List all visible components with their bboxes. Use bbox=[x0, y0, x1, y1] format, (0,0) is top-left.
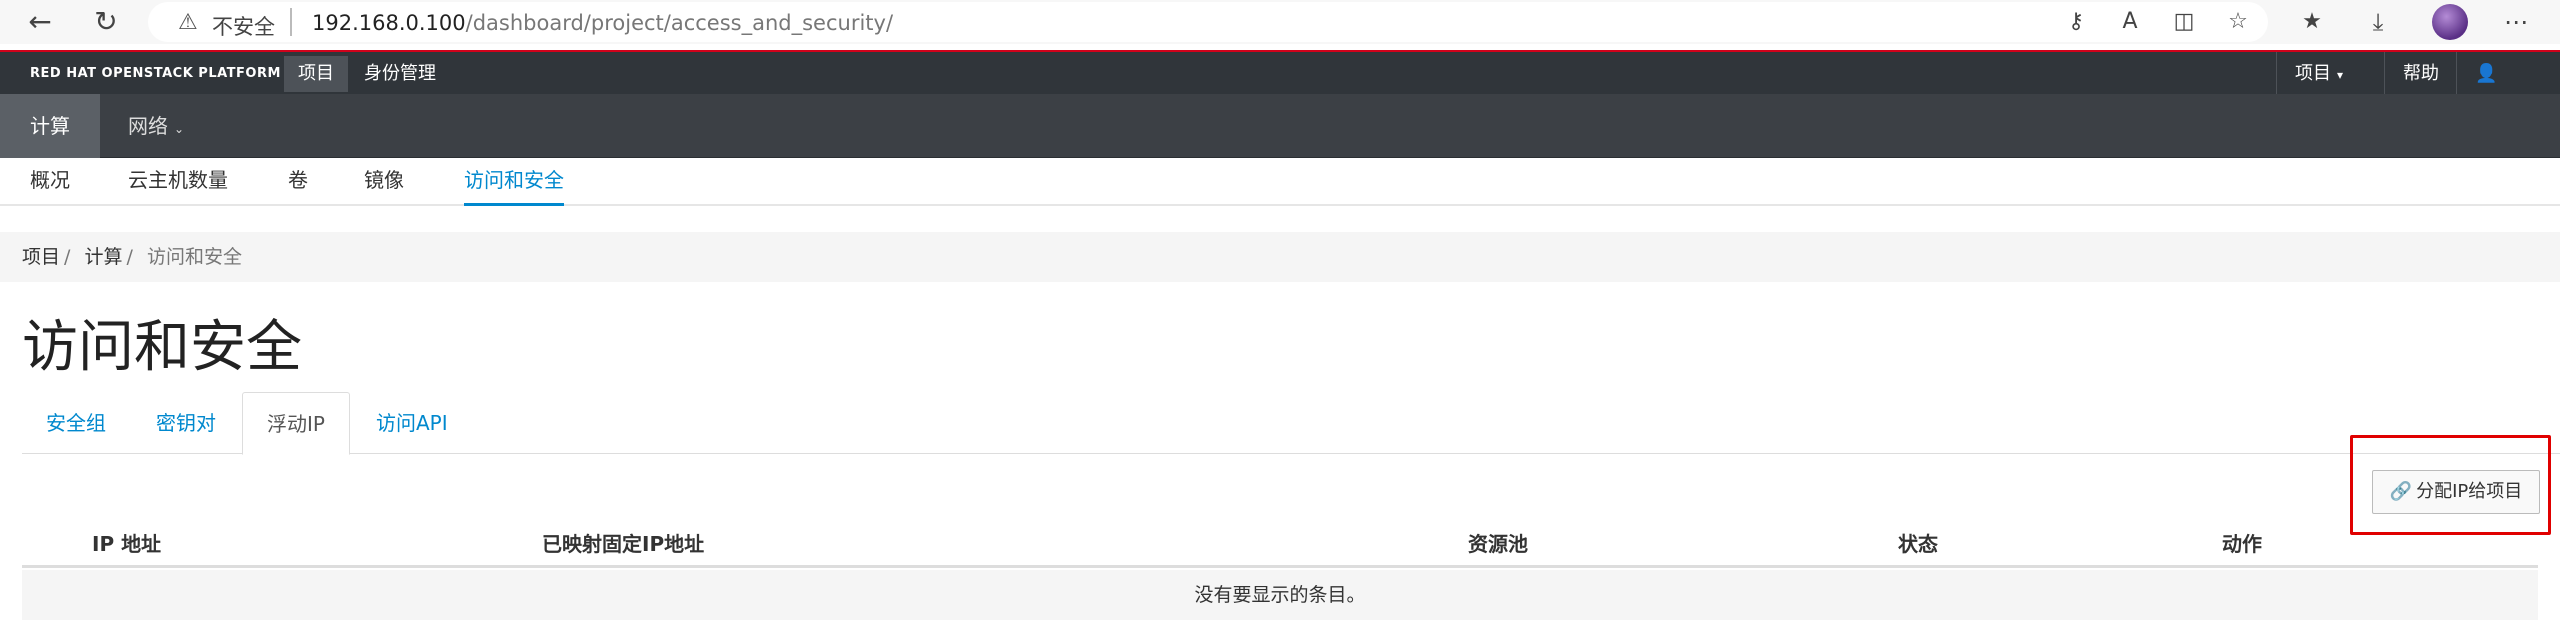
allocate-ip-button[interactable]: 🔗 分配IP给项目 bbox=[2372, 470, 2540, 514]
nav-network-label: 网络 bbox=[128, 114, 168, 138]
nav-overview[interactable]: 概况 bbox=[30, 158, 70, 206]
empty-table-message: 没有要显示的条目。 bbox=[22, 570, 2538, 620]
breadcrumb-separator: / bbox=[64, 246, 71, 268]
browser-toolbar: ← ↻ ⚠ 不安全 192.168.0.100/dashboard/projec… bbox=[0, 0, 2560, 44]
key-icon[interactable]: ⚷ bbox=[2060, 6, 2092, 38]
nav-access-security[interactable]: 访问和安全 bbox=[464, 158, 564, 206]
reload-icon[interactable]: ↻ bbox=[90, 6, 122, 38]
insecure-label: 不安全 bbox=[212, 15, 275, 39]
secondary-nav: 计算 网络 ⌄ bbox=[0, 94, 2560, 158]
column-pool[interactable]: 资源池 bbox=[1468, 528, 1528, 557]
nav-volumes[interactable]: 卷 bbox=[288, 158, 308, 206]
breadcrumb-separator: / bbox=[126, 246, 133, 268]
column-status[interactable]: 状态 bbox=[1898, 528, 1938, 557]
split-screen-icon[interactable]: ◫ bbox=[2168, 6, 2200, 38]
page-title: 访问和安全 bbox=[22, 315, 302, 380]
column-actions: 动作 bbox=[2222, 532, 2262, 556]
help-link[interactable]: 帮助 bbox=[2384, 52, 2457, 96]
tertiary-nav: 概况 云主机数量 卷 镜像 访问和安全 bbox=[0, 158, 2560, 206]
download-icon[interactable]: ⤓ bbox=[2362, 6, 2394, 38]
chevron-down-icon: ⌄ bbox=[174, 122, 185, 136]
read-aloud-icon[interactable]: A bbox=[2114, 6, 2146, 38]
brand-logo-text: RED HAT OPENSTACK PLATFORM bbox=[30, 66, 281, 81]
masthead-nav-identity[interactable]: 身份管理 bbox=[350, 56, 450, 92]
profile-avatar[interactable] bbox=[2432, 4, 2468, 40]
user-dropdown[interactable]: 👤 test▾ bbox=[2456, 52, 2560, 128]
tab-floating-ips[interactable]: 浮动IP bbox=[242, 392, 350, 455]
tab-key-pairs[interactable]: 密钥对 bbox=[132, 392, 240, 454]
more-icon[interactable]: ⋯ bbox=[2500, 6, 2532, 38]
address-bar[interactable]: ⚠ 不安全 192.168.0.100/dashboard/project/ac… bbox=[148, 2, 2268, 42]
user-icon: 👤 bbox=[2475, 63, 2498, 84]
breadcrumb: 项目 / 计算 / 访问和安全 bbox=[0, 232, 2560, 282]
column-mapped-fixed-ip[interactable]: 已映射固定IP地址 bbox=[542, 528, 704, 557]
favorites-icon[interactable]: ★ bbox=[2296, 6, 2328, 38]
nav-compute[interactable]: 计算 bbox=[0, 94, 100, 158]
allocate-ip-label: 分配IP给项目 bbox=[2416, 481, 2523, 502]
masthead-nav-project[interactable]: 项目 bbox=[284, 56, 348, 92]
address-divider bbox=[290, 8, 292, 36]
column-ip-address[interactable]: IP 地址 bbox=[92, 528, 161, 557]
tab-security-groups[interactable]: 安全组 bbox=[22, 392, 130, 454]
breadcrumb-project[interactable]: 项目 bbox=[22, 246, 60, 268]
url-host: 192.168.0.100 bbox=[312, 11, 466, 35]
warning-icon: ⚠ bbox=[178, 10, 198, 35]
breadcrumb-compute[interactable]: 计算 bbox=[84, 246, 122, 268]
project-dropdown[interactable]: 项目 ▾ bbox=[2276, 52, 2361, 96]
chevron-down-icon: ▾ bbox=[2337, 68, 2344, 82]
link-icon: 🔗 bbox=[2389, 481, 2413, 502]
breadcrumb-current: 访问和安全 bbox=[146, 246, 242, 268]
nav-images[interactable]: 镜像 bbox=[364, 158, 404, 206]
add-favorite-icon[interactable]: ☆ bbox=[2222, 6, 2254, 38]
tab-api-access[interactable]: 访问API bbox=[352, 392, 472, 454]
table-header: IP 地址 已映射固定IP地址 资源池 状态 动作 bbox=[22, 518, 2538, 568]
masthead: RED HAT OPENSTACK PLATFORM 项目 身份管理 项目 ▾ 帮… bbox=[0, 50, 2560, 128]
url-text: 192.168.0.100/dashboard/project/access_a… bbox=[312, 11, 893, 35]
nav-network[interactable]: 网络 ⌄ bbox=[98, 94, 214, 158]
project-dropdown-label: 项目 bbox=[2295, 63, 2331, 84]
nav-instances[interactable]: 云主机数量 bbox=[128, 158, 228, 206]
tab-bar: 安全组 密钥对 浮动IP 访问API bbox=[22, 392, 2560, 455]
url-path: /dashboard/project/access_and_security/ bbox=[465, 11, 894, 35]
back-arrow-icon[interactable]: ← bbox=[24, 6, 56, 38]
